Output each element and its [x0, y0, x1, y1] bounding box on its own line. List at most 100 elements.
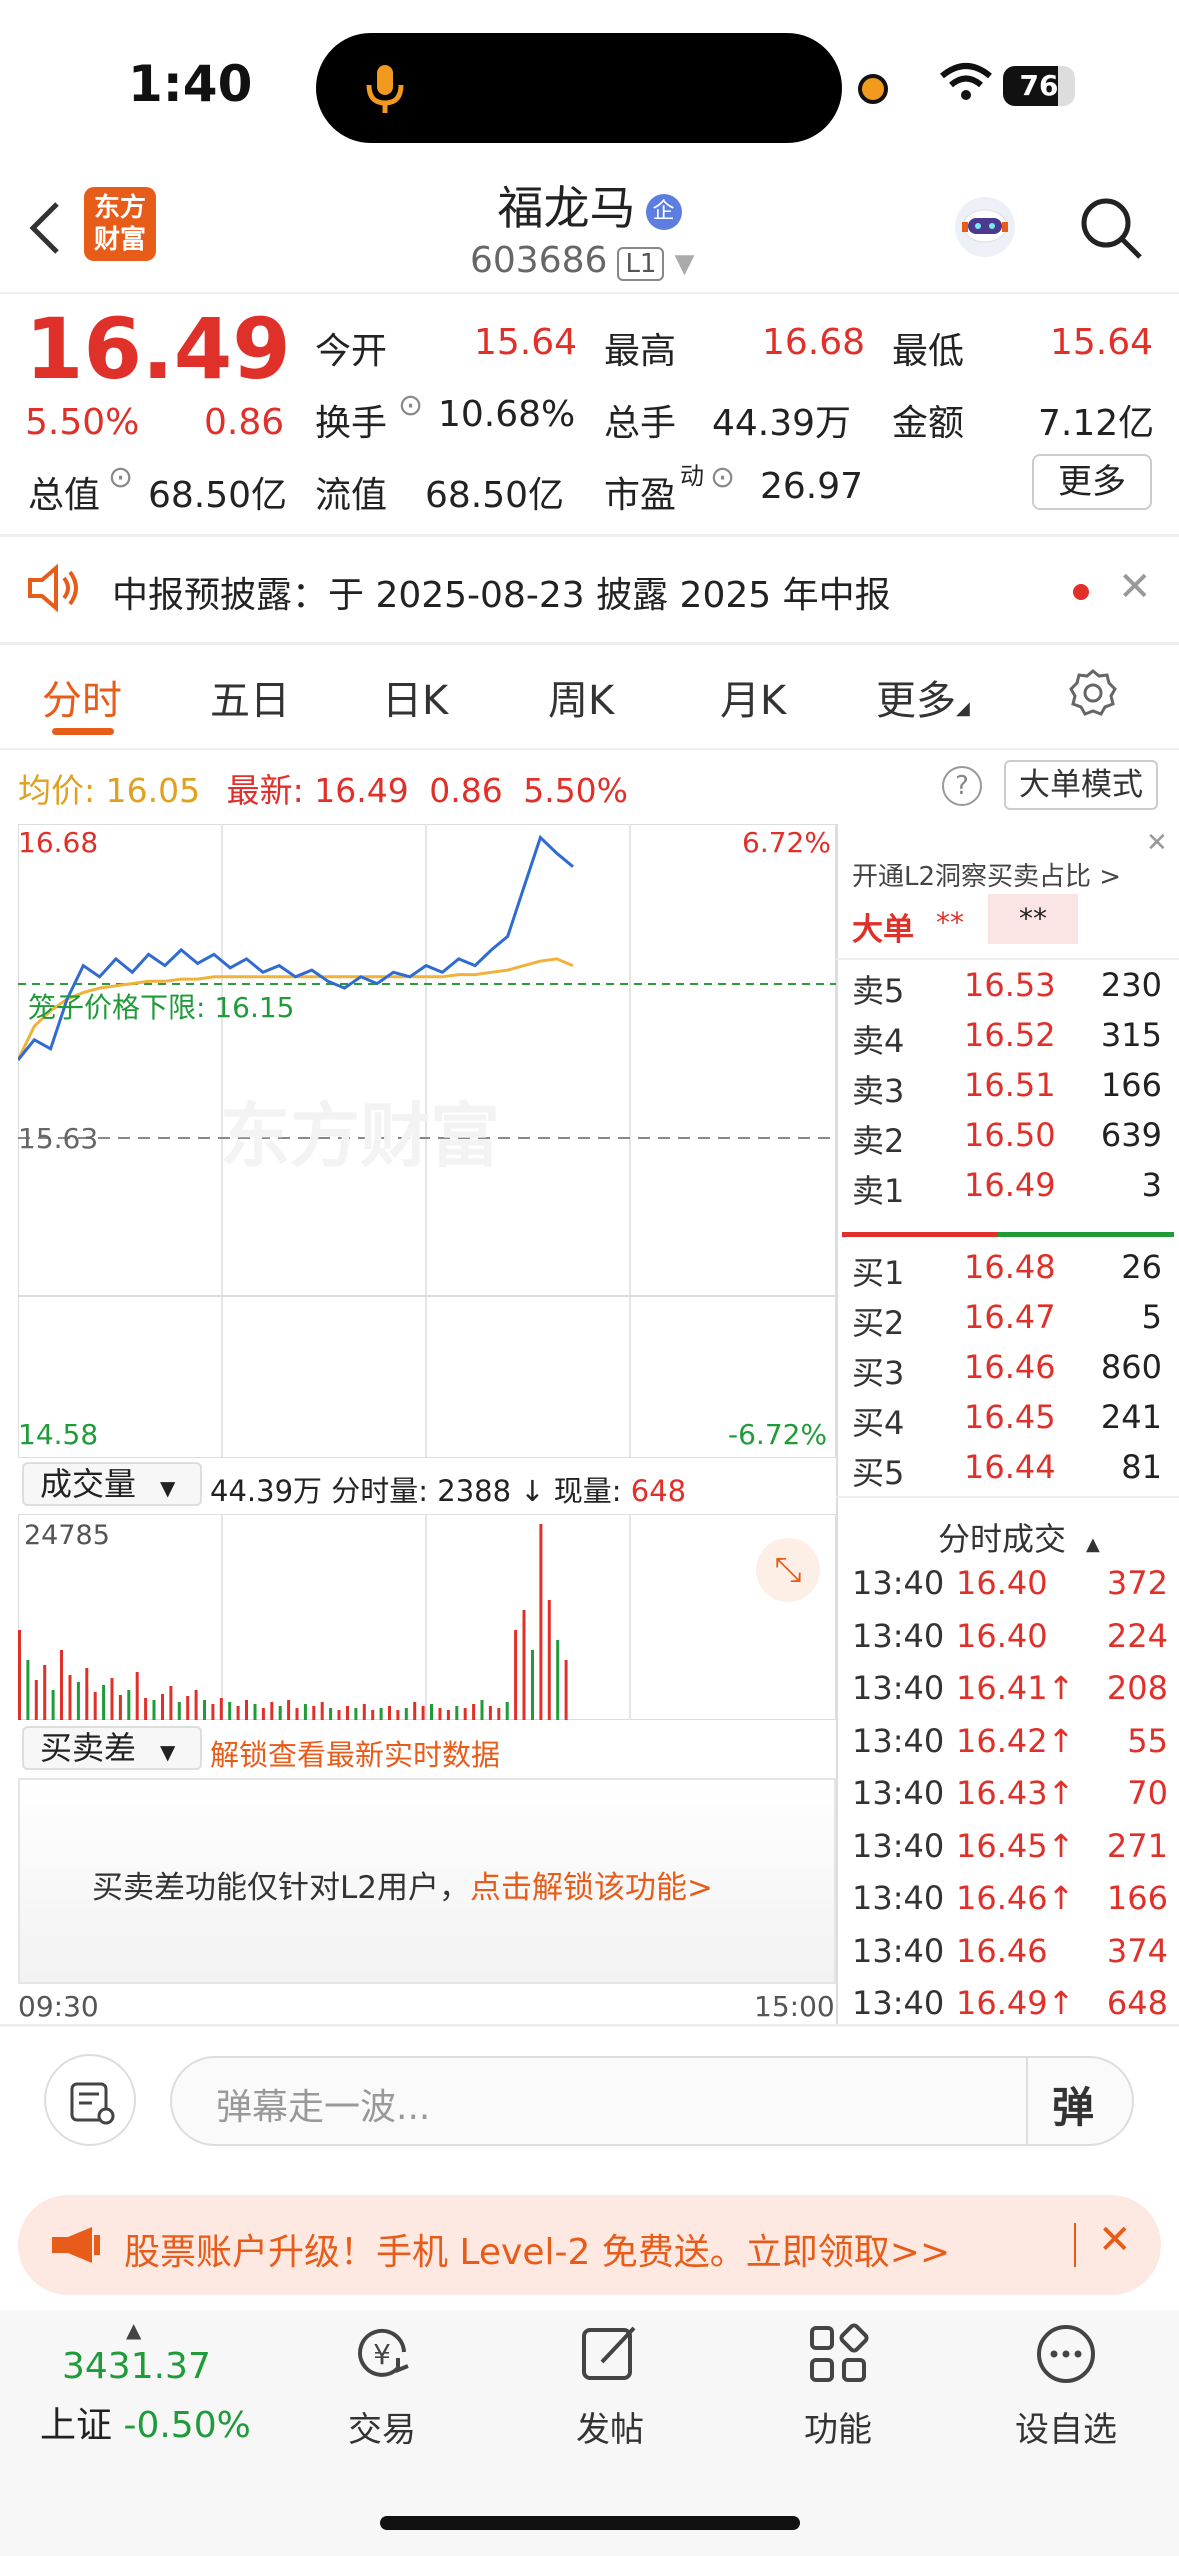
big-order-label: 大单	[852, 912, 914, 948]
trade-row: 13:40 16.42↑ 55	[852, 1722, 1168, 1774]
tab-intraday[interactable]: 分时	[42, 668, 122, 726]
trade-price: 16.40	[956, 1564, 1048, 1602]
tab-monthly-k[interactable]: 月K	[720, 668, 786, 726]
trade-time: 13:40	[852, 1564, 945, 1602]
trade-row: 13:40 16.43↑ 70	[852, 1774, 1168, 1826]
volume-bar	[497, 1708, 501, 1720]
trade-time: 13:40	[852, 1774, 945, 1812]
close-icon[interactable]: ✕	[1118, 564, 1152, 610]
nav-watchlist[interactable]: 设自选	[986, 2402, 1146, 2451]
volume-selector[interactable]: 成交量 ▼	[22, 1462, 202, 1506]
open-label: 今开	[315, 331, 388, 372]
nav-post[interactable]: 发帖	[530, 2402, 690, 2451]
functions-grid-icon[interactable]	[806, 2322, 870, 2386]
info-dots-icon[interactable]: ⊙	[710, 460, 735, 495]
status-time: 1:40	[128, 55, 253, 113]
watchlist-more-icon[interactable]	[1034, 2322, 1098, 2386]
trade-row: 13:40 16.40 372	[852, 1564, 1168, 1616]
trade-time: 13:40	[852, 1669, 945, 1707]
trade-time: 13:40	[852, 1826, 945, 1865]
close-icon[interactable]: ✕	[1146, 828, 1168, 858]
index-name: 上证	[40, 2405, 113, 2446]
y-mid: 15.63	[18, 1122, 99, 1155]
divider	[0, 534, 1179, 537]
more-button[interactable]: 更多	[1032, 454, 1152, 510]
danmu-list-button[interactable]	[44, 2054, 136, 2146]
stock-code-row[interactable]: 603686 L1 ▼	[470, 240, 694, 281]
bid-bar	[998, 1232, 1174, 1237]
danmu-input[interactable]: 弹幕走一波... 弹	[170, 2056, 1134, 2146]
promo-banner[interactable]: 股票账户升级！手机 Level-2 免费送。立即领取>> ✕	[18, 2195, 1161, 2295]
dropdown-icon[interactable]: ▼	[674, 249, 694, 279]
volume-max: 24785	[24, 1520, 110, 1551]
trade-volume: 224	[1106, 1616, 1168, 1655]
volume-bar	[505, 1702, 509, 1720]
l2-open-link[interactable]: 开通L2洞察买卖占比 >	[852, 856, 1121, 893]
volume-bar	[110, 1678, 114, 1720]
volume-bar	[219, 1698, 223, 1720]
volume-bar	[455, 1706, 459, 1720]
close-icon[interactable]: ✕	[1098, 2217, 1132, 2263]
diff-unlock-link[interactable]: 解锁查看最新实时数据	[210, 1732, 500, 1774]
trade-row: 13:40 16.41↑ 208	[852, 1669, 1168, 1721]
high-value: 16.68	[762, 322, 866, 363]
volume-bar	[169, 1686, 173, 1720]
divider	[836, 958, 1179, 960]
diff-selector[interactable]: 买卖差 ▼	[22, 1726, 202, 1770]
index-percent: -0.50%	[123, 2405, 251, 2446]
trade-row: 13:40 16.49↑ 648	[852, 1984, 1168, 2036]
settings-gear-icon[interactable]	[1068, 668, 1118, 718]
help-icon[interactable]: ?	[942, 766, 982, 806]
bid-row: 买2 16.47 5	[852, 1298, 1162, 1348]
order-volume: 241	[1100, 1398, 1162, 1436]
info-dots-icon[interactable]: ⊙	[398, 388, 423, 423]
expand-icon[interactable]: ⤡	[756, 1538, 820, 1602]
diff-message: 买卖差功能仅针对L2用户，	[92, 1870, 470, 1906]
volume-bar	[245, 1700, 248, 1720]
stock-name: 福龙马	[497, 181, 636, 235]
volume-bar	[152, 1700, 156, 1720]
order-volume: 26	[1121, 1248, 1162, 1286]
big-order-stars: **	[936, 906, 964, 939]
volume-bar	[68, 1675, 72, 1720]
search-icon[interactable]	[1078, 195, 1144, 261]
order-label: 卖2	[852, 1122, 905, 1160]
tab-more[interactable]: 更多◢	[876, 668, 970, 726]
order-label: 买1	[852, 1254, 905, 1292]
index-value[interactable]: 3431.37	[62, 2346, 211, 2387]
danmu-placeholder: 弹幕走一波...	[216, 2087, 431, 2128]
recording-dot-icon	[858, 74, 888, 104]
robot-assistant-icon[interactable]	[950, 192, 1020, 262]
info-dots-icon[interactable]: ⊙	[108, 460, 133, 495]
volume-bar	[303, 1704, 307, 1720]
volume-bar	[18, 1630, 21, 1720]
nav-trade[interactable]: 交易	[302, 2402, 462, 2451]
volume-bar	[144, 1698, 148, 1720]
trade-yen-icon[interactable]: ¥	[350, 2322, 414, 2386]
diff-selector-label: 买卖差	[40, 1729, 137, 1767]
trade-price: 16.49↑	[956, 1984, 1075, 2022]
index-row[interactable]: 上证 -0.50%	[40, 2396, 251, 2448]
y-min-pct: -6.72%	[728, 1418, 828, 1451]
avg-label: 均价:	[18, 771, 96, 810]
change-amount: 0.86	[204, 402, 285, 443]
trade-row: 13:40 16.40 224	[852, 1617, 1168, 1669]
post-edit-icon[interactable]	[578, 2322, 642, 2386]
tab-weekly-k[interactable]: 周K	[548, 668, 614, 726]
volume-bar	[329, 1708, 333, 1720]
latest-value: 16.49	[314, 771, 409, 810]
volume-bar	[60, 1650, 63, 1720]
ask-row: 卖1 16.49 3	[852, 1166, 1162, 1216]
big-order-mode-button[interactable]: 大单模式	[1004, 760, 1158, 810]
order-volume: 315	[1100, 1016, 1162, 1054]
divider	[0, 642, 1179, 645]
order-label: 买3	[852, 1354, 905, 1392]
tab-five-day[interactable]: 五日	[210, 668, 290, 726]
diff-unlock-cta[interactable]: 点击解锁该功能>	[470, 1870, 713, 1906]
tab-daily-k[interactable]: 日K	[382, 668, 448, 726]
wifi-icon	[940, 63, 992, 100]
danmu-toggle-icon[interactable]: 弹	[1052, 2074, 1094, 2135]
turnover-value: 10.68%	[438, 394, 576, 435]
notice-bar[interactable]: 中报预披露：于 2025-08-23 披露 2025 年中报 ✕	[0, 542, 1179, 642]
nav-functions[interactable]: 功能	[758, 2402, 918, 2451]
